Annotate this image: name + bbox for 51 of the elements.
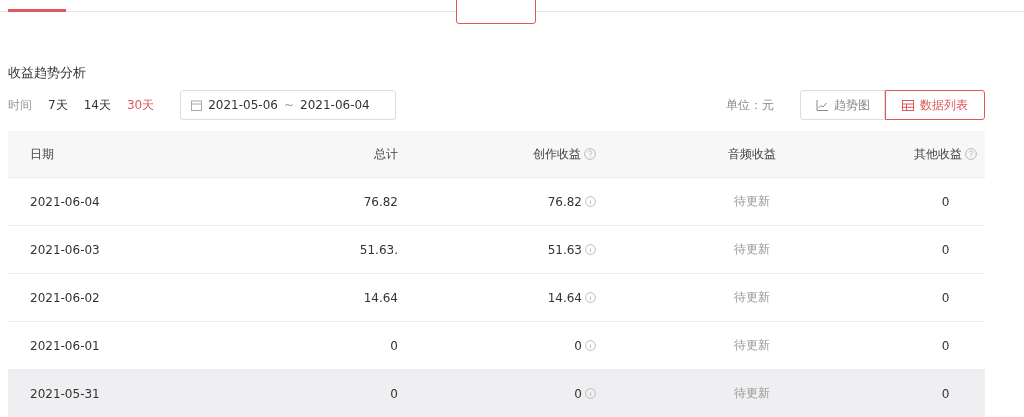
calendar-icon [191,99,203,111]
column-header: 总计 [374,145,398,163]
view-toggle[interactable]: 数据列表 [885,90,985,120]
button-edge[interactable] [456,0,536,24]
tab-indicator [8,9,66,12]
table-cell: 0 [574,386,582,401]
column-header: 其他收益 [914,145,962,163]
table-cell: 2021-06-04 [30,194,100,209]
table-cell: 0 [574,338,582,353]
table-cell: 0 [390,338,398,353]
table-icon [902,99,914,111]
table-cell: 14.64 [363,290,398,305]
range-option[interactable]: 30天 [126,96,155,114]
column-header: 日期 [30,145,54,163]
table-cell: 待更新 [734,337,770,354]
table-cell: 2021-05-31 [30,386,100,401]
help-icon[interactable] [965,148,977,160]
date-range-field[interactable]: 2021-05-06 ~ 2021-06-04 [180,90,397,120]
table-cell: 0 [390,386,398,401]
view-toggle[interactable]: 趋势图 [800,90,885,120]
info-icon[interactable] [585,340,596,351]
range-option[interactable]: 14天 [83,96,111,114]
table-cell: 51.63. [359,242,398,257]
table-cell: 2021-06-02 [30,290,100,305]
table-cell: 待更新 [734,241,770,258]
table-cell: 0 [941,290,950,305]
table-cell: 2021-06-03 [30,242,100,257]
table-cell: 0 [941,242,950,257]
table-cell: 0 [941,338,950,353]
table-cell: 0 [941,386,950,401]
info-icon[interactable] [585,388,596,399]
table-cell: 14.64 [547,290,582,305]
help-icon[interactable] [584,148,596,160]
table-cell: 待更新 [734,289,770,306]
table-cell: 51.63 [547,242,582,257]
info-icon[interactable] [585,244,596,255]
info-icon[interactable] [585,292,596,303]
table-cell: 0 [941,194,950,209]
section-title: 收益趋势分析 [8,64,87,82]
unit-label: 单位：元 [726,96,774,114]
table-cell: 76.82 [547,194,582,209]
info-icon[interactable] [585,196,596,207]
range-option[interactable]: 7天 [48,96,68,114]
table-cell: 待更新 [734,193,770,210]
table-cell: 待更新 [734,385,770,402]
column-header: 音频收益 [728,145,776,163]
line-chart-icon [815,99,828,111]
time-label: 时间 [8,96,32,114]
column-header: 创作收益 [533,145,581,163]
table-cell: 2021-06-01 [30,338,100,353]
table-cell: 76.82 [363,194,398,209]
